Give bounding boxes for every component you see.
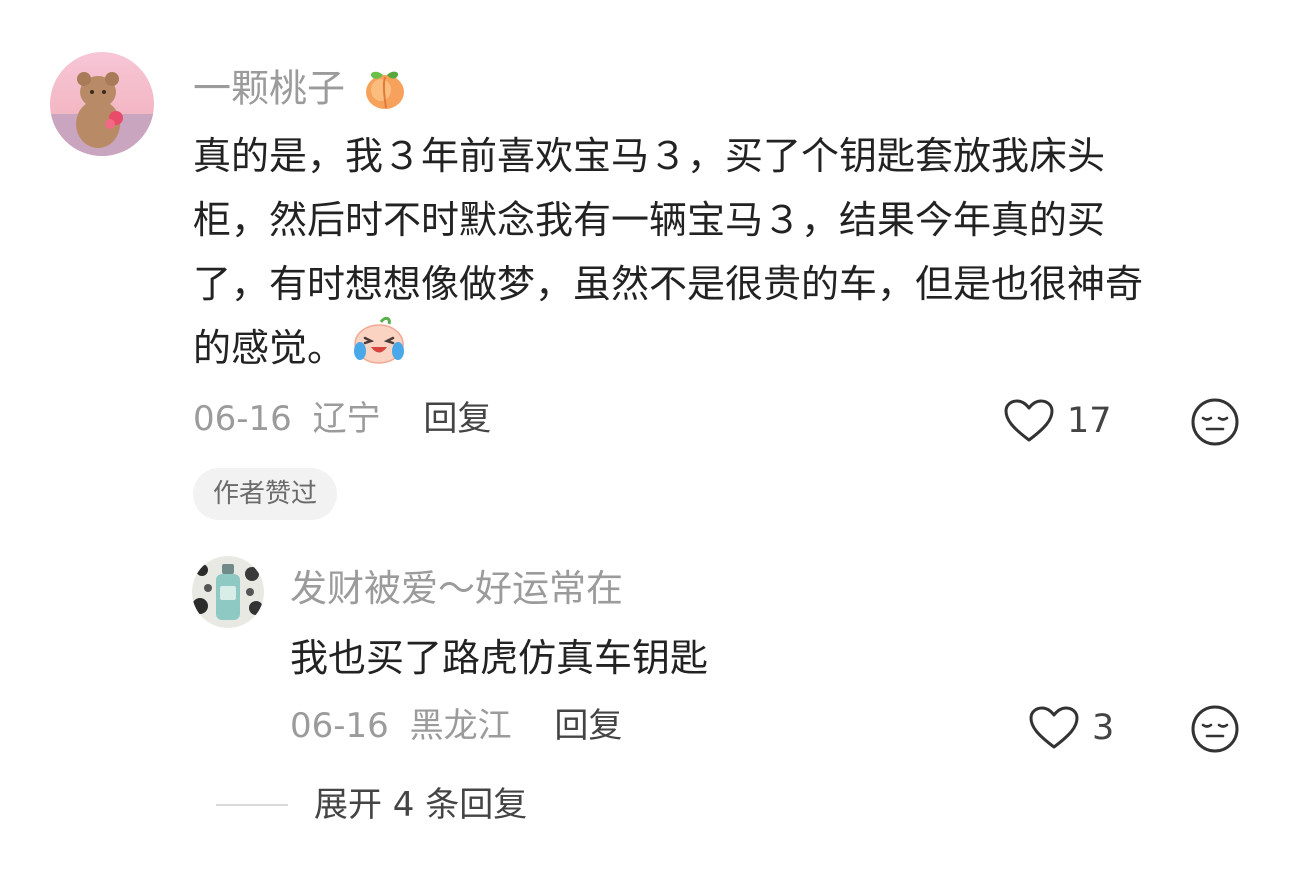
reply-like-count: 3 [1092,707,1115,748]
comment-meta: 06-16 辽宁 回复 [193,402,491,436]
peach-emoji-icon [361,64,409,118]
comment-username[interactable]: 一颗桃子 [193,64,409,118]
avatar-bottle-image [192,556,264,628]
reply-reply-button[interactable]: 回复 [554,706,622,746]
meh-face-icon [1191,398,1239,446]
heart-outline-icon [1029,706,1079,749]
comment-body: 真的是，我３年前喜欢宝马３，买了个钥匙套放我床头 柜，然后时不时默念我有一辆宝马… [193,124,1143,385]
author-liked-badge: 作者赞过 [193,468,338,520]
expand-divider [216,804,288,806]
comment-line: 了，有时想想像做梦，虽然不是很贵的车，但是也很神奇 [193,262,1144,306]
comment-line: 的感觉。 [193,326,346,370]
comment-thread: 一颗桃子 真的是，我３年前喜欢宝马３，买了个钥匙套放我床头 柜，然后时不时默念我… [0,0,1290,874]
reply-dislike-button[interactable] [1190,704,1240,758]
reply-meta: 06-16 黑龙江 回复 [290,709,622,743]
reply-body: 我也买了路虎仿真车钥匙 [290,626,708,690]
comment-line-last: 的感觉。 [193,316,1143,385]
comment-line: 真的是，我３年前喜欢宝马３，买了个钥匙套放我床头 [193,134,1106,178]
crying-face-emoji-icon [351,316,407,385]
reply-user-avatar[interactable] [192,556,264,628]
comment-line: 柜，然后时不时默念我有一辆宝马３，结果今年真的买 [193,198,1106,242]
like-count: 17 [1067,400,1112,441]
dislike-button[interactable] [1190,397,1240,451]
reply-like-button[interactable]: 3 [1028,705,1114,751]
reply-location: 黑龙江 [409,706,512,746]
comment-location: 辽宁 [312,399,381,439]
reply-text: 我也买了路虎仿真车钥匙 [290,636,709,680]
reply-button[interactable]: 回复 [423,399,491,439]
avatar-bear-image [50,52,154,156]
meh-face-icon [1191,705,1239,753]
reply-date: 06-16 [290,706,389,746]
expand-replies-button[interactable]: 展开 4 条回复 [216,788,527,822]
like-button[interactable]: 17 [1003,398,1112,444]
user-avatar[interactable] [50,52,154,156]
expand-replies-label: 展开 4 条回复 [314,785,528,825]
reply-username[interactable]: 发财被爱～好运常在 [290,570,623,607]
username-text: 一颗桃子 [193,66,346,111]
heart-outline-icon [1004,399,1054,442]
comment-date: 06-16 [193,399,292,439]
